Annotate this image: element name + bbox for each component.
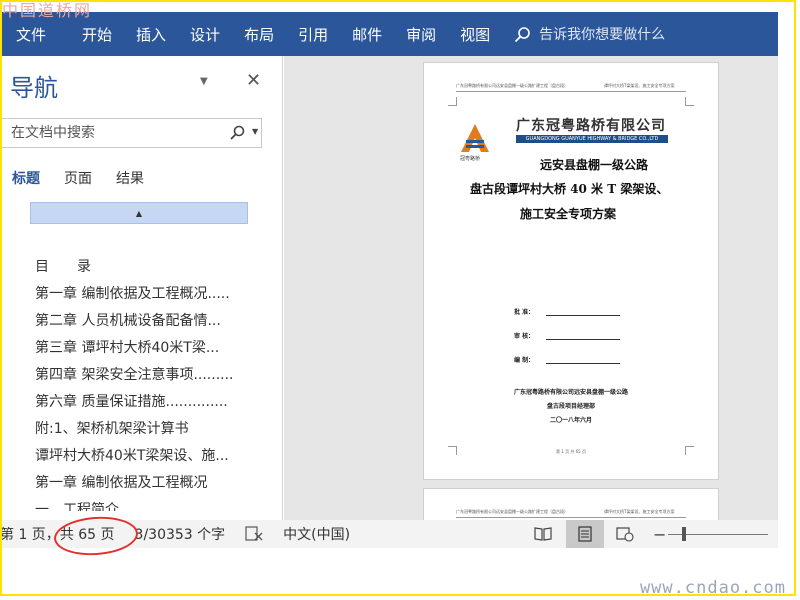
heading-item[interactable]: 附:1、架桥机架梁计算书	[35, 416, 260, 443]
collapse-up-icon: ▲	[135, 208, 143, 218]
heading-item[interactable]: 一、工程简介	[35, 497, 260, 511]
chevron-down-icon[interactable]: ▼	[252, 127, 258, 136]
page-header-right: 谭坪村大桥T梁架设、施工安全专项方案	[604, 509, 675, 514]
author-row: 编 制：	[514, 355, 621, 364]
navigation-pane: 导航 ▼ ✕ ▼ 标题 页面 结果 ▲ 目 录 第一章 编制依据及工程概况...…	[0, 56, 283, 520]
read-mode-icon	[534, 527, 552, 541]
tab-layout[interactable]: 布局	[244, 24, 274, 45]
company-name-english: GUANGDONG GUANYUE HIGHWAY & BRIDGE CO.,L…	[516, 135, 668, 143]
document-page-2[interactable]: 广东冠粤路桥有限公司远安县盘棚一级公路扩建工程（盘古段） 谭坪村大桥T梁架设、施…	[423, 488, 719, 520]
proofing-status[interactable]	[245, 526, 263, 542]
page-header-left: 广东冠粤路桥有限公司远安县盘棚一级公路扩建工程（盘古段）	[456, 509, 568, 514]
margin-mark	[448, 446, 457, 455]
document-page[interactable]: 广东冠粤路桥有限公司远安县盘棚一级公路扩建工程（盘古段） 谭坪村大桥T梁架设、施…	[423, 62, 719, 480]
author-label: 编 制：	[514, 357, 535, 364]
tab-view[interactable]: 视图	[460, 24, 490, 45]
margin-mark	[685, 446, 694, 455]
header-rule	[456, 91, 686, 92]
document-canvas[interactable]: 广东冠粤路桥有限公司远安县盘棚一级公路扩建工程（盘古段） 谭坪村大桥T梁架设、施…	[284, 56, 778, 520]
issuer-line1: 广东冠粤路桥有限公司远安县盘棚一级公路	[513, 389, 628, 396]
language-indicator[interactable]: 中文(中国)	[283, 524, 350, 544]
issue-date: 二〇一八年六月	[549, 417, 592, 424]
heading-item[interactable]: 第一章 编制依据及工程概况	[35, 470, 260, 497]
heading-item[interactable]: 第四章 架梁安全注意事项.........	[35, 362, 260, 389]
approval-row: 批 准：	[514, 307, 621, 316]
heading-item[interactable]: 第二章 人员机械设备配备情...	[35, 308, 260, 335]
print-layout-button[interactable]	[566, 520, 604, 548]
document-title-line3: 施工安全专项方案	[520, 207, 617, 221]
site-watermark-bottom: www.cndao.com	[639, 578, 786, 598]
tell-me-box[interactable]: 告诉我你想要做什么	[514, 24, 665, 44]
document-title-line1: 远安县盘棚一级公路	[540, 158, 649, 172]
approval-label: 批 准：	[514, 309, 535, 316]
search-input[interactable]	[1, 124, 223, 142]
tab-home[interactable]: 开始	[82, 24, 112, 45]
headings-list: 目 录 第一章 编制依据及工程概况..... 第二章 人员机械设备配备情... …	[35, 254, 260, 511]
heading-item[interactable]: 第一章 编制依据及工程概况.....	[35, 281, 260, 308]
heading-item[interactable]: 谭坪村大桥40米T梁架设、施...	[35, 443, 260, 470]
review-label: 审 核：	[514, 333, 535, 340]
tab-review[interactable]: 审阅	[406, 24, 436, 45]
tell-me-text: 告诉我你想要做什么	[539, 27, 666, 43]
heading-item[interactable]: 目 录	[35, 254, 260, 281]
word-count[interactable]: 3/30353 个字	[135, 524, 226, 544]
review-row: 审 核：	[514, 331, 621, 340]
nav-pane-title: 导航	[10, 74, 58, 102]
page-header-left: 广东冠粤路桥有限公司远安县盘棚一级公路扩建工程（盘古段）	[456, 83, 568, 88]
zoom-out-button[interactable]: −	[653, 525, 666, 544]
tab-results[interactable]: 结果	[116, 168, 144, 188]
web-layout-icon	[616, 527, 634, 542]
print-layout-icon	[578, 526, 592, 542]
search-icon[interactable]	[229, 125, 245, 141]
margin-mark	[685, 97, 694, 106]
search-icon	[515, 26, 530, 42]
logo-text: 冠粤路桥	[460, 156, 481, 162]
tab-references[interactable]: 引用	[298, 24, 328, 45]
nav-search-box: ▼	[0, 118, 262, 148]
collapse-headings-button[interactable]: ▲	[30, 202, 248, 224]
heading-item[interactable]: 第三章 谭坪村大桥40米T梁...	[35, 335, 260, 362]
read-mode-button[interactable]	[524, 520, 562, 548]
tab-file[interactable]: 文件	[16, 24, 46, 45]
margin-mark	[448, 97, 457, 106]
header-rule	[456, 517, 686, 518]
tab-mailings[interactable]: 邮件	[352, 24, 382, 45]
tab-headings[interactable]: 标题	[12, 168, 40, 188]
tab-design[interactable]: 设计	[190, 24, 220, 45]
company-logo-icon	[461, 124, 489, 152]
tab-insert[interactable]: 插入	[136, 24, 166, 45]
ribbon-tab-bar: 文件 开始 插入 设计 布局 引用 邮件 审阅 视图 告诉我你想要做什么	[0, 12, 778, 56]
zoom-slider-thumb[interactable]	[682, 527, 686, 541]
tab-pages[interactable]: 页面	[64, 168, 92, 188]
page-indicator[interactable]: 第 1 页，	[0, 524, 60, 544]
close-icon[interactable]: ✕	[246, 70, 261, 91]
heading-item[interactable]: 第六章 质量保证措施..............	[35, 389, 260, 416]
page-header-right: 谭坪村大桥T梁架设、施工安全专项方案	[604, 83, 675, 88]
nav-options-dropdown-icon[interactable]: ▼	[200, 76, 208, 87]
company-name: 广东冠粤路桥有限公司	[516, 118, 666, 134]
site-watermark-top: 中国道桥网	[2, 1, 93, 20]
proofing-icon	[245, 526, 263, 541]
nav-tabs: 标题 页面 结果	[12, 168, 168, 188]
document-title-line2: 盘古段谭坪村大桥 40 米 T 梁架设、	[470, 182, 669, 196]
web-layout-button[interactable]	[606, 520, 644, 548]
page-footer: 第 1 页 共 65 页	[556, 449, 586, 454]
issuer-line2: 盘古段项目经理部	[546, 403, 595, 410]
